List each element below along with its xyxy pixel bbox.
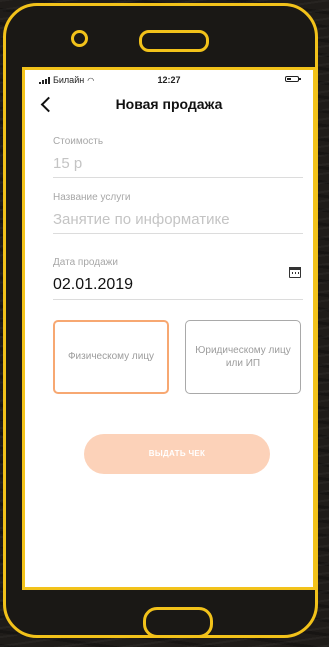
date-field[interactable]: Дата продажи 02.01.2019 (53, 257, 303, 300)
date-input[interactable]: 02.01.2019 (53, 276, 303, 300)
recipient-legal-label: Юридическому лицу или ИП (195, 344, 291, 370)
recipient-legal-option[interactable]: Юридическому лицу или ИП (185, 320, 301, 394)
home-button[interactable] (143, 607, 213, 638)
service-field[interactable]: Название услуги Занятие по информатике (53, 192, 303, 234)
page-title: Новая продажа (115, 96, 223, 112)
status-time: 12:27 (157, 75, 181, 85)
service-label: Название услуги (53, 192, 131, 203)
speaker-icon (139, 30, 209, 52)
issue-receipt-button[interactable]: ВЫДАТЬ ЧЕК (84, 434, 270, 474)
phone-frame: Билайн ◠ 12:27 Новая продажа Стоимость 1… (3, 3, 318, 638)
recipient-individual-label: Физическому лицу (67, 351, 155, 363)
camera-icon (71, 30, 88, 47)
battery-icon (285, 76, 301, 82)
calendar-icon[interactable] (289, 267, 301, 278)
service-input[interactable]: Занятие по информатике (53, 211, 303, 234)
price-input[interactable]: 15 р (53, 155, 303, 178)
date-label: Дата продажи (53, 257, 118, 268)
price-label: Стоимость (53, 136, 104, 147)
recipient-individual-option[interactable]: Физическому лицу (53, 320, 169, 394)
status-bar: Билайн ◠ 12:27 (25, 70, 313, 90)
nav-bar: Новая продажа (25, 90, 313, 122)
price-field[interactable]: Стоимость 15 р (53, 136, 303, 178)
app-screen: Билайн ◠ 12:27 Новая продажа Стоимость 1… (22, 67, 316, 590)
